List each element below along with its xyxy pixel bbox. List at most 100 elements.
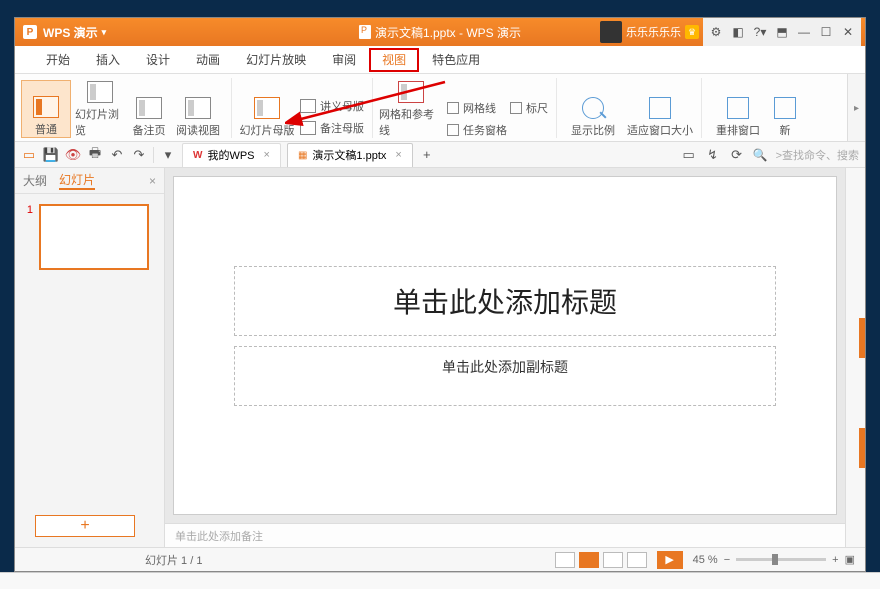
menu-insert[interactable]: 插入 <box>83 47 133 73</box>
taskpane-checkbox[interactable]: 任务窗格 <box>447 122 548 138</box>
status-icon-3[interactable]: ⟳ <box>729 147 745 163</box>
menu-dropdown-icon[interactable]: ▾ <box>160 147 176 163</box>
thumbnail-list: 1 <box>15 194 164 505</box>
document-title: 演示文稿1.pptx - WPS 演示 <box>359 24 521 41</box>
slide-panel-header: 大纲 幻灯片 × <box>15 168 164 194</box>
quickbar-right: ▭ ↯ ⟳ 🔍 >查找命令、搜索 <box>681 147 859 163</box>
quick-access-bar: ▭ 💾 👁 🖶 ↶ ↷ ▾ W 我的WPS × ▦ 演示文稿1.pptx × +… <box>15 142 865 168</box>
menu-slideshow[interactable]: 幻灯片放映 <box>233 47 319 73</box>
normal-view-icon <box>33 96 59 118</box>
gridlines-checkbox[interactable]: 网格线 <box>447 100 496 116</box>
view-normal-btn[interactable] <box>579 552 599 568</box>
fullscreen-toggle-icon[interactable]: ⬒ <box>771 21 793 43</box>
tab-current-doc[interactable]: ▦ 演示文稿1.pptx × <box>287 143 413 167</box>
zoom-in-icon[interactable]: + <box>832 554 838 566</box>
maximize-button[interactable]: ☐ <box>815 21 837 43</box>
presentation-tab-icon: ▦ <box>298 150 307 161</box>
magnifier-icon <box>582 97 604 119</box>
side-tab-1[interactable] <box>859 318 865 358</box>
notes-page-button[interactable]: 备注页 <box>129 80 169 138</box>
slide-thumbnail-1[interactable]: 1 <box>23 204 156 270</box>
ribbon-group-show: 网格和参考线 网格线 标尺 任务窗格 <box>379 78 557 138</box>
status-icon-2[interactable]: ↯ <box>705 147 721 163</box>
menu-animation[interactable]: 动画 <box>183 47 233 73</box>
save-icon[interactable]: 💾 <box>43 147 59 163</box>
notes-area[interactable]: 单击此处添加备注 <box>165 523 845 547</box>
reading-view-icon <box>185 97 211 119</box>
print-icon[interactable]: 🖶 <box>87 147 103 163</box>
menu-start[interactable]: 开始 <box>33 47 83 73</box>
slide-editor: 单击此处添加标题 单击此处添加副标题 单击此处添加备注 <box>165 168 845 547</box>
handout-master-button[interactable]: 讲义母版 <box>300 96 364 116</box>
add-tab-icon[interactable]: + <box>419 147 435 163</box>
print-preview-icon[interactable]: 👁 <box>65 147 81 163</box>
tab-wps-label: 我的WPS <box>207 147 254 163</box>
slide-canvas[interactable]: 单击此处添加标题 单击此处添加副标题 <box>173 176 837 515</box>
app-name-label: WPS 演示 <box>43 24 98 41</box>
notes-master-icon <box>300 121 316 135</box>
grid-guides-button[interactable]: 网格和参考线 <box>379 80 443 138</box>
slide-sorter-icon <box>87 81 113 103</box>
new-window-label: 新 <box>780 122 791 138</box>
view-sorter-btn[interactable] <box>603 552 623 568</box>
zoom-slider[interactable] <box>736 558 826 561</box>
fit-screen-icon[interactable]: ▣ <box>845 553 855 566</box>
arrange-windows-icon <box>727 97 749 119</box>
zoom-out-icon[interactable]: − <box>724 554 730 566</box>
tab-doc-close-icon[interactable]: × <box>395 149 401 161</box>
normal-view-button[interactable]: 普通 <box>21 80 71 138</box>
search-icon[interactable]: 🔍 <box>753 148 768 162</box>
document-title-label: 演示文稿1.pptx - WPS 演示 <box>375 24 521 41</box>
menu-view[interactable]: 视图 <box>369 48 419 72</box>
new-file-icon[interactable]: ▭ <box>21 147 37 163</box>
ruler-checkbox[interactable]: 标尺 <box>510 100 548 116</box>
play-slideshow-button[interactable]: ▶ <box>657 551 683 569</box>
slides-tab[interactable]: 幻灯片 <box>59 171 95 190</box>
slide-master-icon <box>254 97 280 119</box>
chevron-down-icon[interactable]: ▾ <box>102 27 107 38</box>
fit-window-button[interactable]: 适应窗口大小 <box>627 97 693 138</box>
redo-icon[interactable]: ↷ <box>131 147 147 163</box>
master-small-buttons: 讲义母版 备注母版 <box>300 96 364 138</box>
status-icon-1[interactable]: ▭ <box>681 147 697 163</box>
subtitle-placeholder[interactable]: 单击此处添加副标题 <box>234 346 777 406</box>
view-outline-btn[interactable] <box>555 552 575 568</box>
slide-master-button[interactable]: 幻灯片母版 <box>238 80 296 138</box>
help-dropdown-icon[interactable]: ?▾ <box>749 21 771 43</box>
notes-master-button[interactable]: 备注母版 <box>300 118 364 138</box>
panel-close-icon[interactable]: × <box>149 174 156 188</box>
new-window-button[interactable]: 新 <box>772 97 798 138</box>
zoom-label: 显示比例 <box>571 122 615 138</box>
slide-sorter-button[interactable]: 幻灯片浏览 <box>75 80 125 138</box>
background-window-peek <box>0 572 880 589</box>
menu-design[interactable]: 设计 <box>133 47 183 73</box>
menu-review[interactable]: 审阅 <box>319 47 369 73</box>
title-placeholder[interactable]: 单击此处添加标题 <box>234 266 777 336</box>
side-tab-2[interactable] <box>859 428 865 468</box>
search-placeholder-label[interactable]: >查找命令、搜索 <box>776 147 859 163</box>
settings-gear-icon[interactable]: ⚙ <box>705 21 727 43</box>
outline-tab[interactable]: 大纲 <box>23 172 47 189</box>
ribbon: 普通 幻灯片浏览 备注页 阅读视图 幻灯片母版 <box>15 74 865 142</box>
app-logo[interactable]: P WPS 演示 ▾ <box>15 24 114 41</box>
view-reading-btn[interactable] <box>627 552 647 568</box>
workspace: 大纲 幻灯片 × 1 + 单击此处添加标题 单击此处添加副标题 单击此处添加备注 <box>15 168 865 547</box>
add-slide-button[interactable]: + <box>35 515 135 537</box>
undo-icon[interactable]: ↶ <box>109 147 125 163</box>
menu-special[interactable]: 特色应用 <box>419 47 493 73</box>
minimize-button[interactable]: — <box>793 21 815 43</box>
notes-page-label: 备注页 <box>133 122 166 138</box>
crown-badge-icon[interactable]: ♛ <box>685 25 699 39</box>
arrange-windows-button[interactable]: 重排窗口 <box>708 97 768 138</box>
tab-wps-close-icon[interactable]: × <box>264 149 270 161</box>
reading-view-button[interactable]: 阅读视图 <box>173 80 223 138</box>
ribbon-collapse-toggle[interactable]: ▸ <box>847 74 865 142</box>
skin-icon[interactable]: ◧ <box>727 21 749 43</box>
ribbon-group-window: 重排窗口 新 <box>708 78 806 138</box>
zoom-button[interactable]: 显示比例 <box>563 97 623 138</box>
tab-my-wps[interactable]: W 我的WPS × <box>182 143 281 167</box>
close-button[interactable]: ✕ <box>837 21 859 43</box>
side-panel-footer: + <box>15 505 164 547</box>
slide-panel: 大纲 幻灯片 × 1 + <box>15 168 165 547</box>
user-avatar[interactable] <box>600 21 622 43</box>
